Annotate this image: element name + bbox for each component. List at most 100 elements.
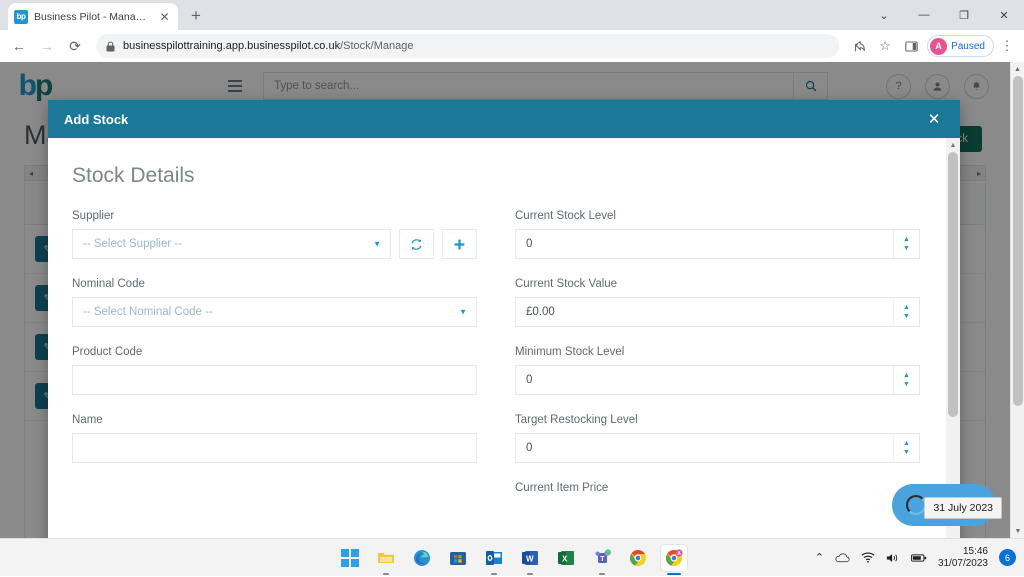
windows-taskbar: W X T A ⌃ 15:46 31/07/2023 6	[0, 538, 1024, 576]
current-stock-level-input[interactable]	[515, 229, 920, 259]
teams-icon: T	[595, 548, 611, 563]
stepper-up-icon[interactable]: ▲	[903, 304, 910, 311]
running-indicator	[527, 572, 533, 575]
scroll-up-icon[interactable]: ▲	[1011, 62, 1024, 76]
label-minimum-stock-level: Minimum Stock Level	[515, 346, 625, 358]
modal-scroll-up-icon[interactable]: ▲	[946, 138, 960, 152]
back-icon[interactable]: ←	[6, 33, 32, 59]
supplier-select-value: -- Select Supplier --	[83, 238, 183, 250]
stepper-down-icon[interactable]: ▼	[903, 449, 910, 456]
onedrive-cloud-icon[interactable]	[835, 552, 850, 563]
svg-text:T: T	[600, 556, 605, 563]
stepper-up-icon[interactable]: ▲	[903, 236, 910, 243]
tray-chevron-up-icon[interactable]: ⌃	[815, 551, 824, 564]
store-icon	[450, 551, 466, 565]
bookmark-star-icon[interactable]: ☆	[873, 34, 897, 58]
refresh-suppliers-button[interactable]	[399, 229, 434, 259]
address-bar[interactable]: businesspilottraining.app.businesspilot.…	[96, 34, 840, 58]
clock-date: 31/07/2023	[937, 557, 988, 569]
close-window-button[interactable]: ✕	[984, 0, 1024, 30]
chevron-down-icon[interactable]: ⌄	[864, 0, 904, 30]
word-button[interactable]: W	[517, 545, 543, 575]
current-stock-value-stepper: ▲ ▼	[515, 297, 920, 327]
windows-start-icon	[341, 548, 359, 567]
page-scrollbar[interactable]: ▲ ▼	[1010, 62, 1024, 538]
microsoft-store-button[interactable]	[445, 545, 471, 571]
modal-header: Add Stock ✕	[48, 100, 960, 138]
field-minimum-stock-level: Minimum Stock Level ▲ ▼	[515, 346, 920, 395]
add-supplier-button[interactable]	[442, 229, 477, 259]
chrome-active-button[interactable]: A	[661, 544, 687, 575]
stepper-up-icon[interactable]: ▲	[903, 372, 910, 379]
field-nominal-code: Nominal Code -- Select Nominal Code -- ▼	[72, 278, 477, 327]
field-current-item-price: Current Item Price	[515, 482, 920, 501]
url-text: businesspilottraining.app.businesspilot.…	[123, 40, 413, 52]
stock-details-form: Supplier -- Select Supplier -- ▼ Current…	[72, 210, 920, 520]
modal-scrollbar-thumb[interactable]	[948, 152, 958, 417]
supplier-select[interactable]: -- Select Supplier -- ▼	[72, 229, 391, 259]
battery-icon-svg	[910, 553, 927, 562]
chevron-down-icon: ▼	[459, 307, 467, 317]
stepper-buttons: ▲ ▼	[893, 230, 919, 258]
url-path: /Stock/Manage	[340, 40, 414, 52]
current-stock-value-input[interactable]	[515, 297, 920, 327]
label-current-stock-value: Current Stock Value	[515, 278, 618, 290]
browser-toolbar: ← → ⟳ businesspilottraining.app.business…	[0, 30, 1024, 62]
profile-status-label: Paused	[951, 40, 985, 52]
side-panel-icon[interactable]	[899, 34, 923, 58]
profile-chip[interactable]: A Paused	[927, 35, 994, 57]
plus-icon-svg	[454, 239, 465, 249]
svg-text:W: W	[526, 554, 534, 563]
label-product-code: Product Code	[72, 346, 143, 358]
chrome-button[interactable]	[625, 545, 651, 571]
close-tab-icon[interactable]: ✕	[157, 9, 172, 24]
notification-badge[interactable]: 6	[999, 549, 1016, 566]
new-tab-button[interactable]: +	[184, 4, 208, 28]
modal-scrollbar[interactable]: ▲	[946, 138, 960, 538]
chrome-browser-window: bp Business Pilot - Manage Stock ✕ + ⌄ —…	[0, 0, 1024, 576]
volume-icon-svg	[886, 553, 898, 562]
stepper-up-icon[interactable]: ▲	[903, 440, 910, 447]
target-restocking-level-input[interactable]	[515, 433, 920, 463]
minimize-window-button[interactable]: —	[904, 0, 944, 30]
scroll-down-icon[interactable]: ▼	[1011, 524, 1024, 538]
browser-menu-icon[interactable]: ⋮	[996, 34, 1018, 58]
file-explorer-button[interactable]	[373, 545, 399, 575]
modal-title: Add Stock	[64, 111, 129, 127]
running-indicator	[667, 572, 681, 575]
wifi-icon-svg	[861, 552, 875, 563]
maximize-window-button[interactable]: ❐	[944, 0, 984, 30]
excel-button[interactable]: X	[553, 545, 579, 571]
product-code-input[interactable]	[72, 365, 477, 395]
share-icon[interactable]	[847, 34, 871, 58]
browser-tab[interactable]: bp Business Pilot - Manage Stock ✕	[8, 3, 178, 30]
name-input[interactable]	[72, 433, 477, 463]
running-indicator	[599, 572, 605, 575]
stepper-down-icon[interactable]: ▼	[903, 245, 910, 252]
microsoft-edge-button[interactable]	[409, 545, 435, 571]
stepper-down-icon[interactable]: ▼	[903, 313, 910, 320]
page-scrollbar-thumb[interactable]	[1013, 76, 1023, 406]
excel-icon: X	[558, 550, 574, 565]
battery-icon[interactable]	[910, 553, 927, 563]
tab-title: Business Pilot - Manage Stock	[34, 10, 151, 23]
stepper-down-icon[interactable]: ▼	[903, 381, 910, 388]
volume-icon[interactable]	[886, 552, 900, 564]
url-domain: businesspilottraining.app.businesspilot.…	[123, 40, 341, 52]
reload-icon[interactable]: ⟳	[62, 33, 88, 59]
close-modal-icon[interactable]: ✕	[924, 109, 944, 129]
nominal-code-select[interactable]: -- Select Nominal Code -- ▼	[72, 297, 477, 327]
taskbar-app-group: W X T A	[337, 544, 687, 575]
label-target-restocking-level: Target Restocking Level	[515, 414, 638, 426]
outlook-button[interactable]	[481, 545, 507, 575]
wifi-icon[interactable]	[861, 552, 875, 563]
teams-button[interactable]: T	[589, 545, 615, 575]
taskbar-clock[interactable]: 15:46 31/07/2023	[938, 546, 988, 570]
field-name: Name	[72, 414, 477, 463]
section-title: Stock Details	[72, 164, 195, 187]
start-button[interactable]	[337, 545, 363, 571]
refresh-icon-svg	[411, 238, 422, 250]
minimum-stock-level-input[interactable]	[515, 365, 920, 395]
clock-time: 15:46	[962, 545, 988, 557]
forward-icon[interactable]: →	[34, 33, 60, 59]
